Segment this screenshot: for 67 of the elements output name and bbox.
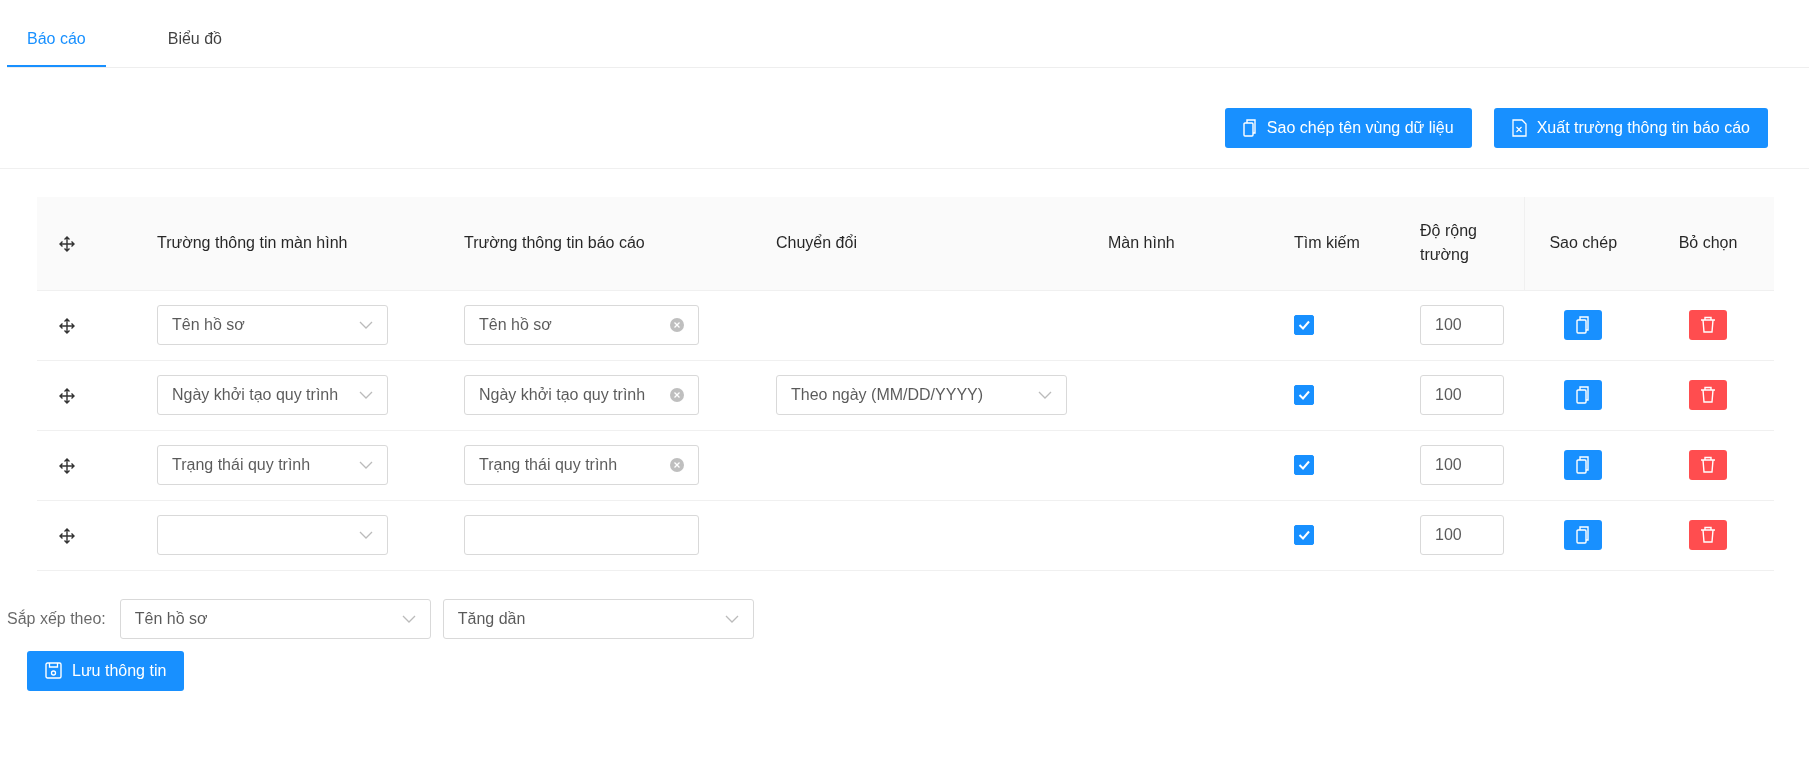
- chevron-down-icon: [359, 530, 373, 540]
- screen-field-select[interactable]: Trạng thái quy trình: [157, 445, 388, 485]
- delete-button[interactable]: [1689, 449, 1727, 480]
- clear-icon[interactable]: [670, 458, 684, 472]
- checkmark-icon: [1298, 529, 1310, 540]
- column-header: Chuyển đổi: [776, 234, 857, 252]
- screen-field-select[interactable]: [157, 515, 388, 555]
- drag-handle-icon[interactable]: [59, 317, 75, 334]
- save-icon: [45, 662, 62, 679]
- copy-icon: [1576, 525, 1590, 544]
- checkbox[interactable]: [1294, 314, 1314, 335]
- column-header: Trường thông tin báo cáo: [464, 234, 645, 252]
- tab[interactable]: Biểu đồ: [147, 27, 242, 67]
- sort-label: Sắp xếp theo:: [7, 608, 106, 629]
- conversion-select[interactable]: Theo ngày (MM/DD/YYYY): [776, 375, 1067, 415]
- copy-button[interactable]: [1564, 379, 1602, 410]
- copy-button[interactable]: [1564, 449, 1602, 480]
- checkmark-icon: [1298, 319, 1310, 330]
- sort-field-select[interactable]: Tên hồ sơ: [119, 598, 431, 639]
- column-header: Trường thông tin màn hình: [157, 234, 348, 252]
- checkmark-icon: [1298, 459, 1310, 470]
- chevron-down-icon: [359, 390, 373, 400]
- copy-icon: [1576, 385, 1590, 404]
- report-field-input[interactable]: [464, 515, 699, 555]
- column-header: Tìm kiếm: [1294, 234, 1360, 252]
- chevron-down-icon: [724, 613, 739, 624]
- column-header: Sao chép: [1549, 234, 1618, 252]
- width-input[interactable]: 100: [1420, 445, 1504, 485]
- width-input[interactable]: 100: [1420, 375, 1504, 415]
- checkmark-icon: [1298, 389, 1310, 400]
- report-field-input[interactable]: Tên hồ sơ: [464, 305, 699, 345]
- column-header: Màn hình: [1108, 234, 1175, 252]
- drag-handle-icon[interactable]: [59, 457, 75, 474]
- trash-icon: [1700, 456, 1716, 474]
- delete-button[interactable]: [1689, 519, 1727, 550]
- trash-icon: [1700, 316, 1716, 334]
- copy-button[interactable]: [1564, 519, 1602, 550]
- copy-icon: [1576, 315, 1590, 334]
- drag-handle-icon[interactable]: [59, 387, 75, 404]
- chevron-down-icon: [359, 320, 373, 330]
- delete-button[interactable]: [1689, 379, 1727, 410]
- copy-icon: [1576, 455, 1590, 474]
- delete-button[interactable]: [1689, 309, 1727, 340]
- trash-icon: [1700, 526, 1716, 544]
- clear-icon[interactable]: [670, 388, 684, 402]
- drag-icon: [59, 236, 75, 252]
- screen-field-select[interactable]: Tên hồ sơ: [157, 305, 388, 345]
- report-field-input[interactable]: Ngày khởi tạo quy trình: [464, 375, 699, 415]
- checkbox[interactable]: [1294, 384, 1314, 405]
- drag-handle-icon[interactable]: [59, 527, 75, 544]
- screen-field-select[interactable]: Ngày khởi tạo quy trình: [157, 375, 388, 415]
- sort-order-select[interactable]: Tăng dần: [442, 598, 754, 639]
- copy-icon: [1242, 119, 1257, 137]
- chevron-down-icon: [401, 613, 416, 624]
- column-header: Độ rộng trường: [1420, 221, 1478, 266]
- column-header: Bỏ chọn: [1678, 234, 1738, 252]
- trash-icon: [1700, 386, 1716, 404]
- report-field-input[interactable]: Trạng thái quy trình: [464, 445, 699, 485]
- checkbox[interactable]: [1294, 454, 1314, 475]
- chevron-down-icon: [1038, 390, 1052, 400]
- clear-icon[interactable]: [670, 318, 684, 332]
- width-input[interactable]: 100: [1420, 305, 1504, 345]
- copy-button[interactable]: [1564, 309, 1602, 340]
- checkbox[interactable]: [1294, 524, 1314, 545]
- file-icon: [1511, 119, 1527, 137]
- chevron-down-icon: [359, 460, 373, 470]
- width-input[interactable]: 100: [1420, 515, 1504, 555]
